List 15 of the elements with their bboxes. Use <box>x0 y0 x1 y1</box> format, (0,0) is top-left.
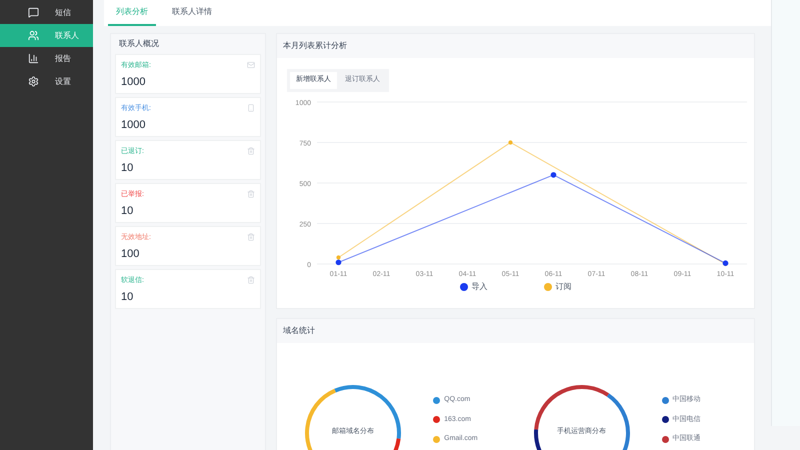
panel-title: 本月列表累计分析 <box>277 34 754 58</box>
sidebar-item[interactable]: 报告 <box>0 47 93 70</box>
sidebar-item[interactable]: 设置 <box>0 70 93 93</box>
legend-label: 导入 <box>472 280 488 293</box>
panel-title: 域名统计 <box>277 319 754 343</box>
stat-value: 1000 <box>121 75 146 90</box>
panel-title: 联系人概况 <box>118 38 160 50</box>
tab[interactable]: 联系人详情 <box>164 0 220 26</box>
stat-value: 10 <box>121 161 134 176</box>
sidebar-item[interactable]: 短信 <box>0 1 93 24</box>
legend-label: 订阅 <box>556 280 572 293</box>
stat-value: 100 <box>121 247 140 262</box>
stat-value: 10 <box>121 290 134 305</box>
stat-value: 1000 <box>121 118 146 133</box>
stat-value: 10 <box>121 204 134 219</box>
